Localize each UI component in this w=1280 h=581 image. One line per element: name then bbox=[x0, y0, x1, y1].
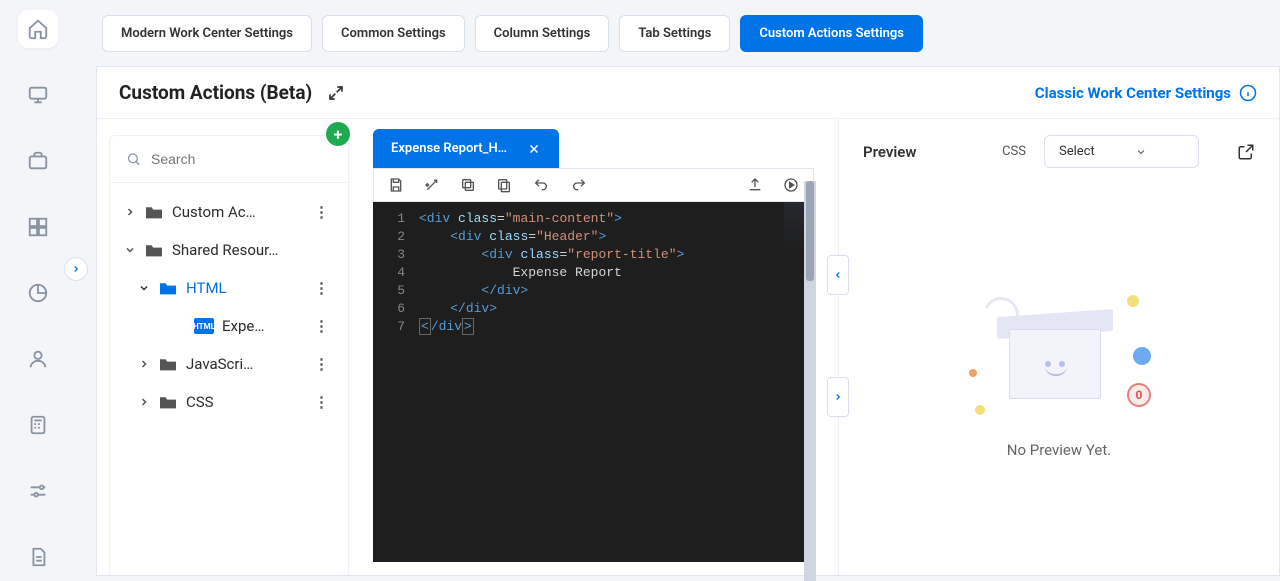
nav-grid-icon[interactable] bbox=[18, 208, 58, 246]
panel-collapse-left[interactable] bbox=[827, 255, 849, 295]
css-select[interactable]: Select bbox=[1044, 135, 1199, 168]
left-nav-rail bbox=[0, 0, 76, 576]
nav-user-icon[interactable] bbox=[18, 340, 58, 378]
tree-shared-resources[interactable]: Shared Resour… bbox=[118, 231, 340, 269]
preview-panel: Preview CSS Select bbox=[839, 119, 1279, 575]
tab-common-settings[interactable]: Common Settings bbox=[322, 15, 465, 52]
resource-tree-panel: + Custom Ac… ⋮ bbox=[109, 135, 349, 575]
tree-custom-actions[interactable]: Custom Ac… ⋮ bbox=[118, 193, 340, 231]
nav-home-icon[interactable] bbox=[18, 10, 58, 48]
editor-panel: Expense Report_H… bbox=[349, 119, 839, 575]
info-icon bbox=[1239, 84, 1257, 102]
folder-icon bbox=[158, 394, 178, 410]
open-external-icon[interactable] bbox=[1237, 143, 1255, 161]
empty-state-illustration: 0 bbox=[969, 269, 1149, 419]
magic-icon[interactable] bbox=[424, 177, 440, 193]
editor-scrollbar[interactable] bbox=[804, 181, 816, 581]
undo-icon[interactable] bbox=[532, 177, 550, 193]
add-resource-button[interactable]: + bbox=[326, 122, 350, 146]
tab-modern-work-center[interactable]: Modern Work Center Settings bbox=[102, 15, 312, 52]
nav-calculator-icon[interactable] bbox=[18, 406, 58, 444]
copy-icon[interactable] bbox=[460, 177, 476, 193]
preview-empty-text: No Preview Yet. bbox=[1007, 441, 1111, 459]
expand-icon[interactable] bbox=[328, 85, 344, 101]
line-gutter: 1234567 bbox=[373, 202, 413, 562]
duplicate-icon[interactable] bbox=[496, 177, 512, 193]
close-tab-icon[interactable] bbox=[527, 142, 541, 156]
redo-icon[interactable] bbox=[570, 177, 588, 193]
chevron-right-icon bbox=[138, 396, 150, 408]
search-input[interactable] bbox=[151, 151, 332, 167]
code-body[interactable]: <div class="main-content"> <div class="H… bbox=[413, 202, 684, 562]
folder-icon bbox=[144, 242, 164, 258]
folder-icon bbox=[158, 280, 178, 296]
tree-html-folder[interactable]: HTML ⋮ bbox=[118, 269, 340, 307]
kebab-icon[interactable]: ⋮ bbox=[310, 279, 334, 297]
save-icon[interactable] bbox=[388, 177, 404, 193]
nav-briefcase-icon[interactable] bbox=[18, 142, 58, 180]
content-card: Custom Actions (Beta) Classic Work Cente… bbox=[96, 66, 1280, 576]
upload-icon[interactable] bbox=[747, 177, 763, 193]
rail-expand-toggle[interactable] bbox=[64, 257, 88, 281]
kebab-icon[interactable]: ⋮ bbox=[310, 317, 334, 335]
run-icon[interactable] bbox=[783, 177, 799, 193]
classic-settings-link[interactable]: Classic Work Center Settings bbox=[1035, 84, 1257, 102]
nav-piechart-icon[interactable] bbox=[18, 274, 58, 312]
css-label: CSS bbox=[1002, 144, 1026, 159]
tab-column-settings[interactable]: Column Settings bbox=[475, 15, 610, 52]
kebab-icon[interactable]: ⋮ bbox=[310, 355, 334, 373]
kebab-icon[interactable]: ⋮ bbox=[310, 203, 334, 221]
tree-css-folder[interactable]: CSS ⋮ bbox=[118, 383, 340, 421]
editor-toolbar bbox=[373, 168, 814, 202]
page-title: Custom Actions (Beta) bbox=[119, 81, 312, 104]
nav-document-icon[interactable] bbox=[18, 538, 58, 576]
chevron-down-icon bbox=[124, 244, 136, 256]
tab-custom-actions-settings[interactable]: Custom Actions Settings bbox=[740, 15, 923, 52]
settings-tabs: Modern Work Center Settings Common Setti… bbox=[96, 0, 1280, 52]
preview-title: Preview bbox=[863, 143, 984, 161]
nav-sliders-icon[interactable] bbox=[18, 472, 58, 510]
folder-icon bbox=[158, 356, 178, 372]
kebab-icon[interactable]: ⋮ bbox=[310, 393, 334, 411]
nav-monitor-icon[interactable] bbox=[18, 76, 58, 114]
editor-file-tab[interactable]: Expense Report_H… bbox=[373, 129, 559, 168]
chevron-right-icon bbox=[124, 206, 136, 218]
search-icon bbox=[126, 150, 141, 168]
error-count-badge: 0 bbox=[1127, 383, 1151, 407]
chevron-down-icon bbox=[1135, 146, 1147, 158]
chevron-right-icon bbox=[138, 358, 150, 370]
code-editor[interactable]: 1234567 <div class="main-content"> <div … bbox=[373, 202, 814, 562]
folder-icon bbox=[144, 204, 164, 220]
html-file-icon: HTML bbox=[194, 318, 214, 334]
tree-file-expense-report[interactable]: HTML Expe… ⋮ bbox=[118, 307, 340, 345]
tab-tab-settings[interactable]: Tab Settings bbox=[619, 15, 730, 52]
tree-js-folder[interactable]: JavaScri… ⋮ bbox=[118, 345, 340, 383]
panel-collapse-right[interactable] bbox=[827, 377, 849, 417]
chevron-down-icon bbox=[138, 282, 150, 294]
